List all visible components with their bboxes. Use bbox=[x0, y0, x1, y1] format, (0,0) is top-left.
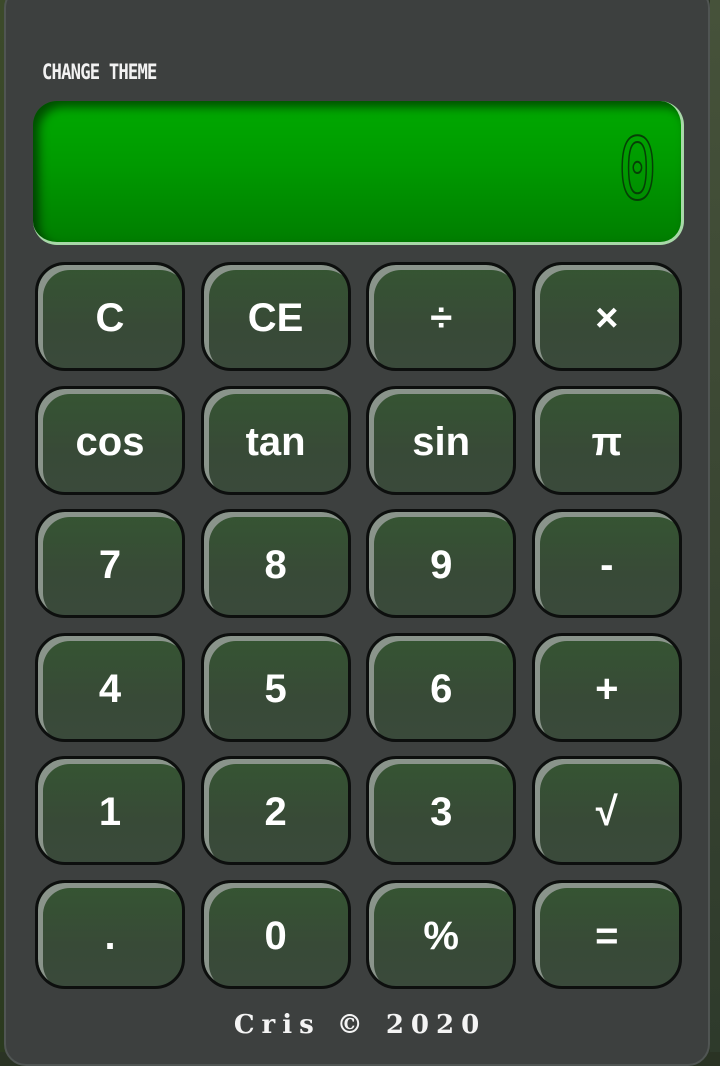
digit-1-button[interactable]: 1 bbox=[35, 756, 185, 866]
digit-6-button[interactable]: 6 bbox=[366, 632, 517, 742]
equals-button[interactable]: = bbox=[531, 879, 682, 989]
digit-0-button[interactable]: 0 bbox=[200, 879, 351, 989]
divide-button[interactable]: ÷ bbox=[366, 262, 517, 371]
display-screen: 0 bbox=[33, 101, 684, 245]
digit-7-button[interactable]: 7 bbox=[35, 509, 185, 619]
change-theme-link[interactable]: CHANGE THEME bbox=[42, 60, 157, 84]
digit-2-button[interactable]: 2 bbox=[200, 756, 351, 866]
percent-button[interactable]: % bbox=[366, 879, 517, 989]
footer-credit: Cris © 2020 bbox=[233, 1010, 487, 1040]
sin-button[interactable]: sin bbox=[366, 385, 517, 495]
digit-8-button[interactable]: 8 bbox=[200, 509, 351, 619]
decimal-button[interactable]: . bbox=[35, 879, 185, 989]
background-right bbox=[710, 0, 720, 1052]
display-value: 0 bbox=[617, 120, 657, 220]
tan-button[interactable]: tan bbox=[200, 385, 351, 495]
sqrt-button[interactable]: √ bbox=[531, 756, 682, 866]
multiply-button[interactable]: × bbox=[531, 262, 682, 371]
digit-9-button[interactable]: 9 bbox=[366, 509, 517, 619]
digit-3-button[interactable]: 3 bbox=[366, 756, 517, 866]
subtract-button[interactable]: - bbox=[531, 509, 682, 619]
digit-4-button[interactable]: 4 bbox=[35, 632, 185, 742]
digit-5-button[interactable]: 5 bbox=[200, 632, 351, 742]
pi-button[interactable]: π bbox=[531, 385, 682, 495]
cos-button[interactable]: cos bbox=[35, 385, 185, 495]
add-button[interactable]: + bbox=[531, 632, 682, 742]
keypad: C CE ÷ × cos tan sin π 7 8 9 - 4 5 6 + 1… bbox=[35, 262, 685, 989]
clear-button[interactable]: C bbox=[35, 262, 185, 371]
clear-entry-button[interactable]: CE bbox=[200, 262, 351, 371]
